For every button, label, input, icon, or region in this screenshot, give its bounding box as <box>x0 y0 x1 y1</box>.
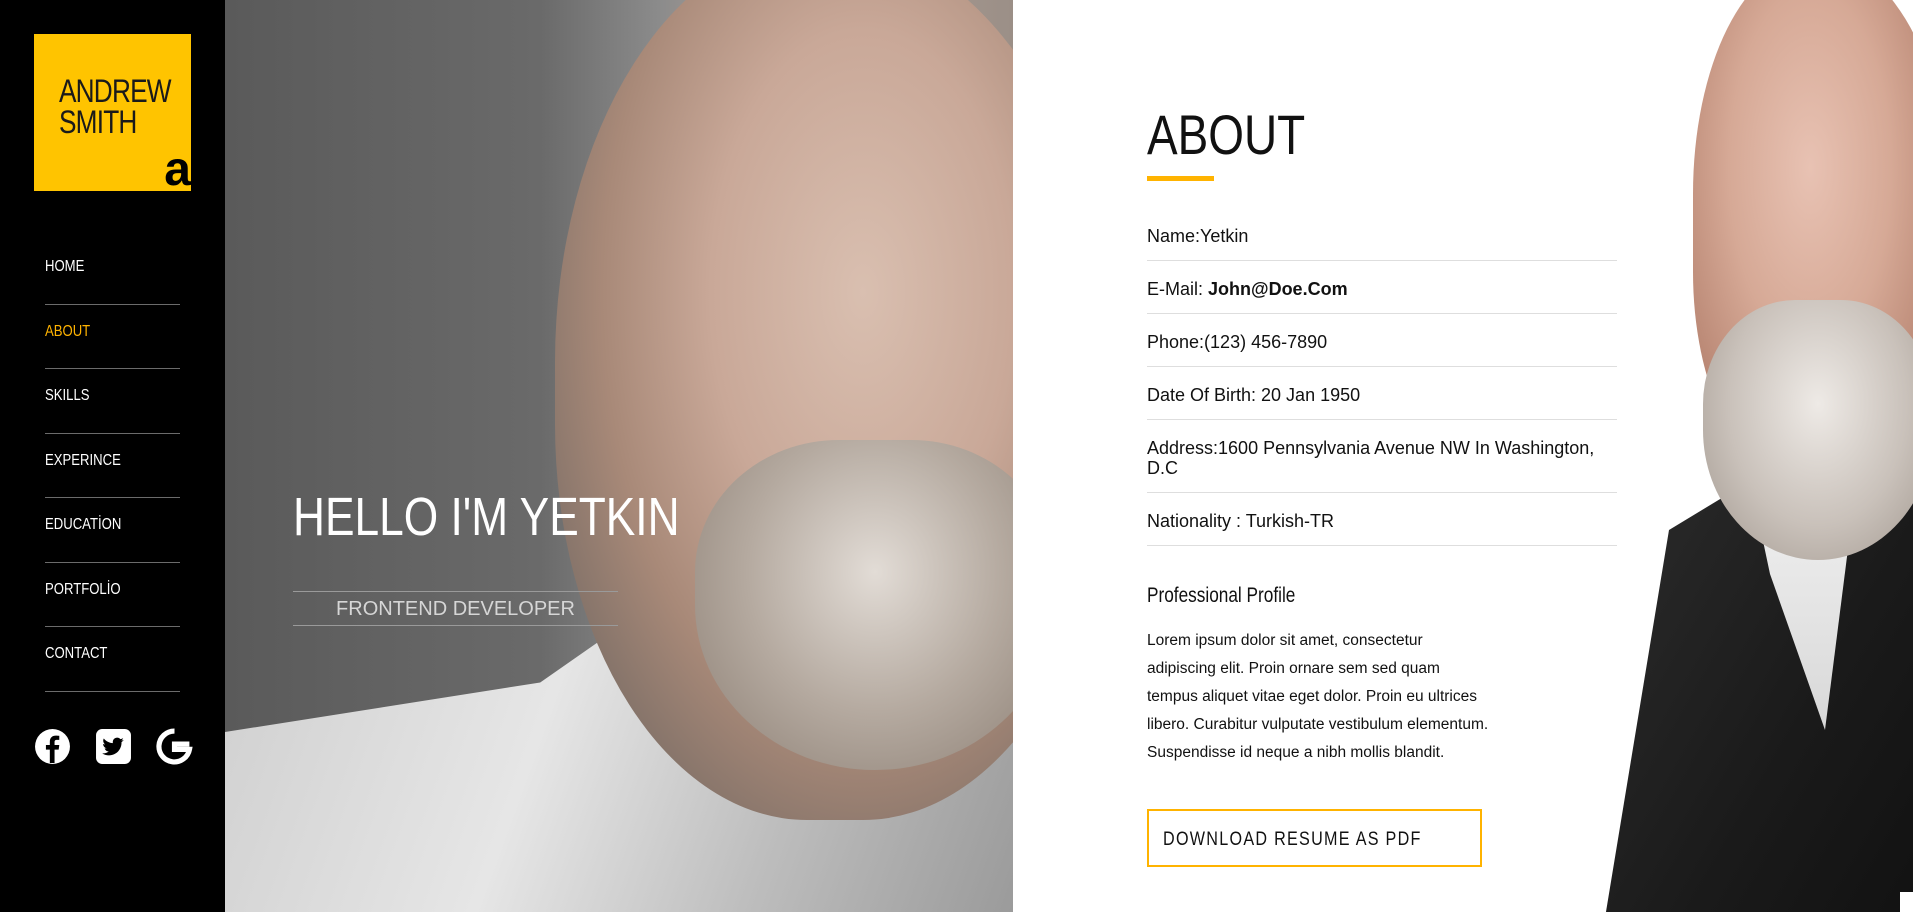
social-links <box>34 728 193 765</box>
info-nationality: Nationality : Turkish-TR <box>1147 493 1617 546</box>
nav-item-skills[interactable]: SKILLS <box>45 369 180 434</box>
logo-line2: SMITH <box>59 104 137 140</box>
nav-item-contact[interactable]: CONTACT <box>45 627 180 692</box>
nav-item-label: SKILLS <box>45 387 90 404</box>
logo-mark: a <box>164 153 191 191</box>
nav-item-label: HOME <box>45 258 85 275</box>
info-name: Name:Yetkin <box>1147 208 1617 261</box>
nav-item-experience[interactable]: EXPERINCE <box>45 434 180 498</box>
logo[interactable]: ANDREW SMITH a <box>34 34 191 191</box>
main-nav: HOME ABOUT SKILLS EXPERINCE EDUCATİON PO… <box>45 240 180 692</box>
download-resume-button[interactable]: DOWNLOAD RESUME AS PDF <box>1147 809 1482 867</box>
sidebar: ANDREW SMITH a HOME ABOUT SKILLS EXPERIN… <box>0 0 225 912</box>
nav-item-portfolio[interactable]: PORTFOLİO <box>45 563 180 627</box>
nav-item-home[interactable]: HOME <box>45 240 180 305</box>
profile-title: Professional Profile <box>1147 584 1296 607</box>
scrollbar[interactable] <box>1913 0 1920 912</box>
about-portrait-photo <box>1583 0 1920 912</box>
info-address: Address:1600 Pennsylvania Avenue NW In W… <box>1147 420 1617 493</box>
info-email: E-Mail: John@Doe.Com <box>1147 261 1617 314</box>
about-section: ABOUT Name:Yetkin E-Mail: John@Doe.Com P… <box>1013 0 1920 912</box>
info-list: Name:Yetkin E-Mail: John@Doe.Com Phone:(… <box>1147 208 1617 546</box>
info-email-value[interactable]: John@Doe.Com <box>1208 279 1348 299</box>
about-title: ABOUT <box>1147 103 1306 166</box>
nav-item-label: EDUCATİON <box>45 516 122 533</box>
nav-item-label: CONTACT <box>45 645 108 662</box>
logo-text: ANDREW SMITH <box>59 73 172 140</box>
hero-section: HELLO I'M YETKIN FRONTEND DEVELOPER <box>225 0 1013 912</box>
profile-text: Lorem ipsum dolor sit amet, consectetur … <box>1147 632 1489 761</box>
facebook-icon[interactable] <box>34 728 71 765</box>
twitter-icon[interactable] <box>95 728 132 765</box>
title-underline <box>1147 176 1214 181</box>
download-resume-label: DOWNLOAD RESUME AS PDF <box>1163 829 1422 850</box>
nav-item-label: ABOUT <box>45 322 91 340</box>
info-email-label: E-Mail: <box>1147 279 1209 299</box>
info-phone: Phone:(123) 456-7890 <box>1147 314 1617 367</box>
google-icon[interactable] <box>156 728 193 765</box>
scrollbar-corner <box>1900 892 1920 912</box>
nav-item-education[interactable]: EDUCATİON <box>45 498 180 563</box>
info-dob: Date Of Birth: 20 Jan 1950 <box>1147 367 1617 420</box>
nav-item-label: PORTFOLİO <box>45 580 121 598</box>
logo-line1: ANDREW <box>59 73 172 109</box>
nav-item-label: EXPERINCE <box>45 451 121 469</box>
nav-item-about[interactable]: ABOUT <box>45 305 180 369</box>
hero-role-box: FRONTEND DEVELOPER <box>293 591 618 626</box>
hero-greeting: HELLO I'M YETKIN <box>293 487 680 547</box>
hero-role: FRONTEND DEVELOPER <box>336 598 575 620</box>
portrait-beard <box>1703 300 1920 560</box>
